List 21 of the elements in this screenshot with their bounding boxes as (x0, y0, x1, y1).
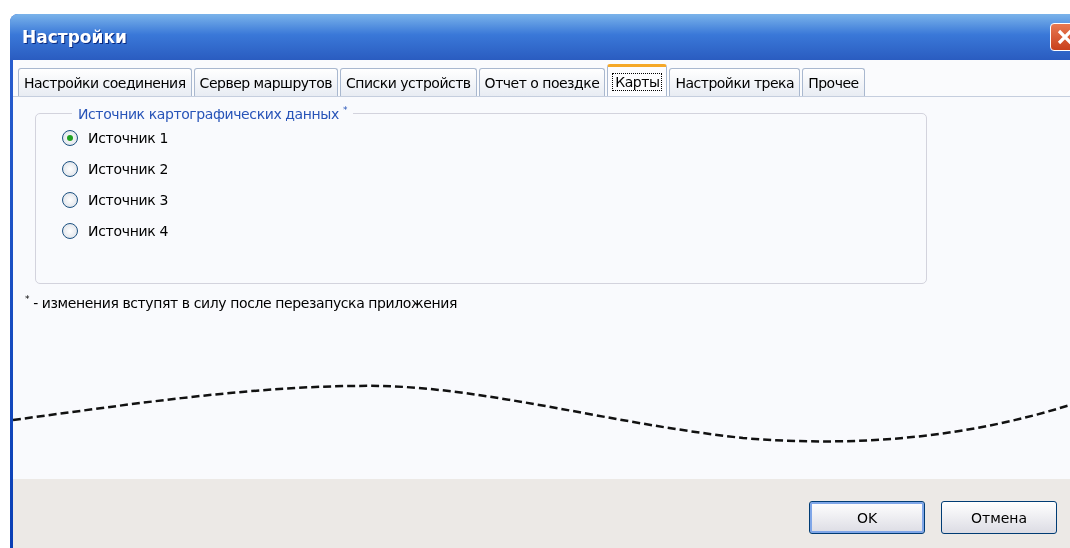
close-icon (1055, 27, 1070, 47)
window-title: Настройки (22, 27, 127, 47)
radio-label[interactable]: Источник 3 (88, 191, 169, 208)
tab[interactable]: Прочее (802, 68, 865, 96)
radio-button[interactable] (62, 191, 78, 208)
dialog-button[interactable]: Отмена (941, 501, 1057, 534)
note-text: $^{*}$ - изменения вступят в силу после перезапуска приложения (25, 294, 458, 311)
tab[interactable]: Списки устройств (340, 68, 477, 96)
radio-label[interactable]: Источник 4 (88, 222, 169, 239)
tab[interactable]: Карты (607, 64, 668, 96)
radio-button[interactable] (62, 222, 78, 239)
radio-label[interactable]: Источник 1 (88, 129, 169, 146)
tab[interactable]: Настройки трека (669, 68, 801, 96)
radio-button[interactable] (62, 129, 78, 146)
group-title: Источник картографических данных $^{*}$ (78, 105, 347, 122)
tab[interactable]: Сервер маршрутов (193, 68, 339, 96)
tab[interactable]: Настройки соединения (18, 68, 192, 96)
tab[interactable]: Отчет о поездке (478, 68, 606, 96)
radio-button[interactable] (62, 160, 78, 177)
radio-label[interactable]: Источник 2 (88, 160, 169, 177)
dialog-button[interactable]: OK (809, 501, 925, 534)
